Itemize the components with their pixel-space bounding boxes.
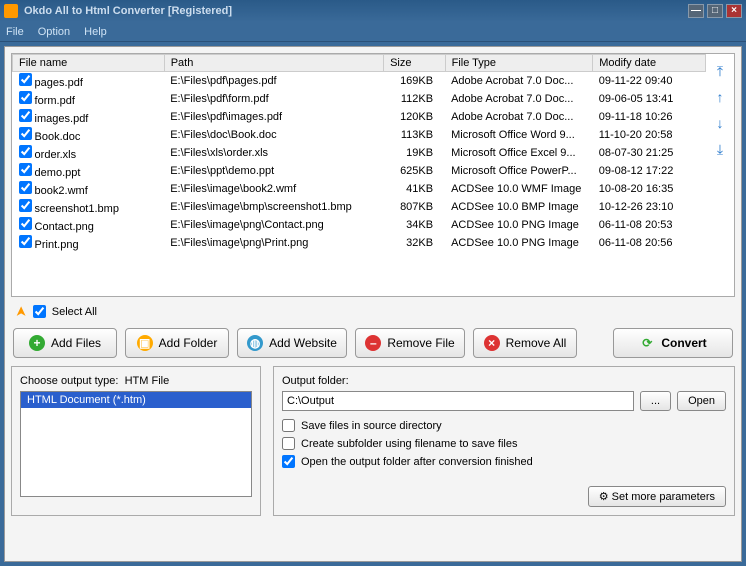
plus-icon: + bbox=[29, 335, 45, 351]
bottom-panels: Choose output type: HTM File HTML Docume… bbox=[11, 366, 735, 516]
select-all-checkbox[interactable] bbox=[33, 305, 46, 318]
table-row[interactable]: demo.pptE:\Files\ppt\demo.ppt625KBMicros… bbox=[13, 162, 706, 180]
action-buttons: +Add Files ▣Add Folder ◍Add Website –Rem… bbox=[11, 328, 735, 358]
table-row[interactable]: pages.pdfE:\Files\pdf\pages.pdf169KBAdob… bbox=[13, 72, 706, 91]
output-type-panel: Choose output type: HTM File HTML Docume… bbox=[11, 366, 261, 516]
row-checkbox[interactable] bbox=[19, 73, 32, 86]
select-all-label: Select All bbox=[52, 306, 97, 318]
create-subfolder-label: Create subfolder using filename to save … bbox=[301, 438, 517, 450]
output-type-label: Choose output type: bbox=[20, 375, 118, 387]
file-table: File name Path Size File Type Modify dat… bbox=[12, 54, 706, 252]
add-folder-button[interactable]: ▣Add Folder bbox=[125, 328, 229, 358]
row-checkbox[interactable] bbox=[19, 145, 32, 158]
file-list: File name Path Size File Type Modify dat… bbox=[11, 53, 735, 297]
table-row[interactable]: Print.pngE:\Files\image\png\Print.png32K… bbox=[13, 234, 706, 252]
output-type-list[interactable]: HTML Document (*.htm) bbox=[20, 391, 252, 497]
save-in-source-label: Save files in source directory bbox=[301, 420, 442, 432]
reorder-arrows: ⤒ ↑ ↓ ⤓ bbox=[706, 54, 734, 296]
menu-help[interactable]: Help bbox=[84, 26, 107, 38]
minimize-button[interactable]: — bbox=[688, 4, 704, 18]
row-checkbox[interactable] bbox=[19, 235, 32, 248]
x-icon: × bbox=[484, 335, 500, 351]
move-down-icon[interactable]: ↓ bbox=[711, 114, 729, 132]
window-title: Okdo All to Html Converter [Registered] bbox=[24, 5, 232, 17]
output-folder-input[interactable] bbox=[282, 391, 634, 411]
open-after-checkbox[interactable] bbox=[282, 455, 295, 468]
output-folder-label: Output folder: bbox=[282, 375, 726, 387]
folder-icon: ▣ bbox=[137, 335, 153, 351]
menu-file[interactable]: File bbox=[6, 26, 24, 38]
globe-icon: ◍ bbox=[247, 335, 263, 351]
titlebar: Okdo All to Html Converter [Registered] … bbox=[0, 0, 746, 22]
row-checkbox[interactable] bbox=[19, 109, 32, 122]
browse-button[interactable]: ... bbox=[640, 391, 671, 411]
col-modifydate[interactable]: Modify date bbox=[593, 55, 706, 72]
move-bottom-icon[interactable]: ⤓ bbox=[711, 140, 729, 158]
remove-all-button[interactable]: ×Remove All bbox=[473, 328, 577, 358]
close-button[interactable]: × bbox=[726, 4, 742, 18]
select-all-row: ➤ Select All bbox=[11, 297, 735, 328]
table-row[interactable]: images.pdfE:\Files\pdf\images.pdf120KBAd… bbox=[13, 108, 706, 126]
row-checkbox[interactable] bbox=[19, 199, 32, 212]
minus-icon: – bbox=[365, 335, 381, 351]
table-row[interactable]: form.pdfE:\Files\pdf\form.pdf112KBAdobe … bbox=[13, 90, 706, 108]
up-arrow-icon: ➤ bbox=[12, 306, 29, 318]
table-row[interactable]: Book.docE:\Files\doc\Book.doc113KBMicros… bbox=[13, 126, 706, 144]
menubar: File Option Help bbox=[0, 22, 746, 42]
add-website-button[interactable]: ◍Add Website bbox=[237, 328, 347, 358]
row-checkbox[interactable] bbox=[19, 127, 32, 140]
col-filename[interactable]: File name bbox=[13, 55, 165, 72]
output-type-current: HTM File bbox=[125, 375, 170, 387]
convert-button[interactable]: ⟳Convert bbox=[613, 328, 733, 358]
create-subfolder-checkbox[interactable] bbox=[282, 437, 295, 450]
row-checkbox[interactable] bbox=[19, 217, 32, 230]
move-top-icon[interactable]: ⤒ bbox=[711, 62, 729, 80]
table-row[interactable]: screenshot1.bmpE:\Files\image\bmp\screen… bbox=[13, 198, 706, 216]
remove-file-button[interactable]: –Remove File bbox=[355, 328, 465, 358]
row-checkbox[interactable] bbox=[19, 163, 32, 176]
menu-option[interactable]: Option bbox=[38, 26, 70, 38]
output-type-option[interactable]: HTML Document (*.htm) bbox=[21, 392, 251, 408]
open-after-label: Open the output folder after conversion … bbox=[301, 456, 533, 468]
col-size[interactable]: Size bbox=[384, 55, 446, 72]
save-in-source-checkbox[interactable] bbox=[282, 419, 295, 432]
table-row[interactable]: Contact.pngE:\Files\image\png\Contact.pn… bbox=[13, 216, 706, 234]
convert-icon: ⟳ bbox=[639, 335, 655, 351]
move-up-icon[interactable]: ↑ bbox=[711, 88, 729, 106]
open-button[interactable]: Open bbox=[677, 391, 726, 411]
table-row[interactable]: book2.wmfE:\Files\image\book2.wmf41KBACD… bbox=[13, 180, 706, 198]
col-path[interactable]: Path bbox=[164, 55, 383, 72]
output-folder-panel: Output folder: ... Open Save files in so… bbox=[273, 366, 735, 516]
set-more-parameters-button[interactable]: ⚙ Set more parameters bbox=[588, 486, 726, 507]
col-filetype[interactable]: File Type bbox=[445, 55, 593, 72]
add-files-button[interactable]: +Add Files bbox=[13, 328, 117, 358]
row-checkbox[interactable] bbox=[19, 91, 32, 104]
table-row[interactable]: order.xlsE:\Files\xls\order.xls19KBMicro… bbox=[13, 144, 706, 162]
main-panel: File name Path Size File Type Modify dat… bbox=[4, 46, 742, 562]
row-checkbox[interactable] bbox=[19, 181, 32, 194]
maximize-button[interactable]: □ bbox=[707, 4, 723, 18]
app-logo-icon bbox=[4, 4, 18, 18]
